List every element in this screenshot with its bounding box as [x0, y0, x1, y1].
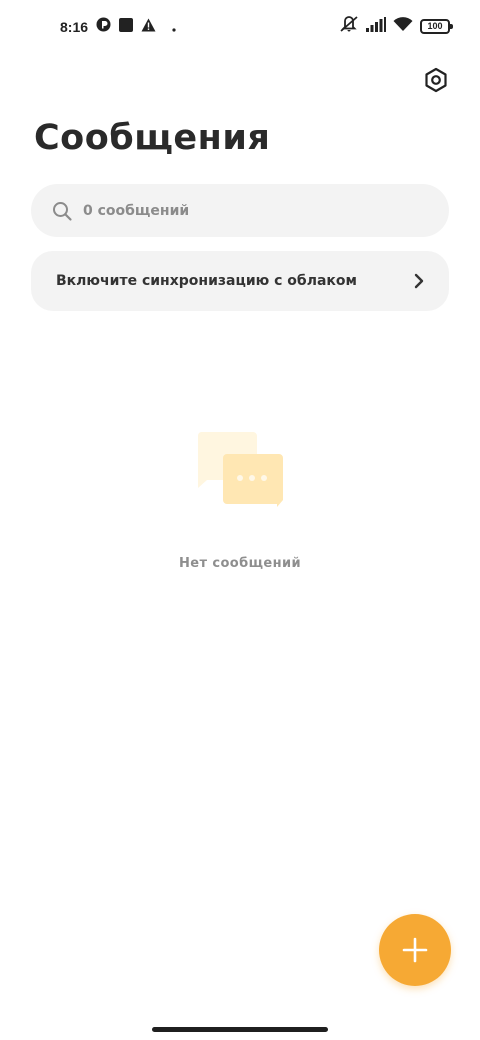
status-bar: 8:16 100 — [0, 0, 480, 56]
plus-icon — [402, 937, 428, 963]
app-icon — [96, 17, 111, 36]
mute-icon — [339, 15, 359, 37]
wifi-icon — [393, 16, 413, 36]
dot-icon — [172, 17, 176, 36]
chevron-right-icon — [414, 273, 424, 289]
settings-button[interactable] — [420, 64, 452, 96]
search-placeholder: 0 сообщений — [83, 202, 190, 219]
hexagon-settings-icon — [425, 67, 447, 93]
search-input[interactable]: 0 сообщений — [31, 184, 449, 237]
square-icon — [119, 17, 134, 36]
sync-cloud-banner[interactable]: Включите синхронизацию с облаком — [31, 251, 449, 311]
status-right: 100 — [339, 15, 453, 37]
signal-icon — [366, 16, 386, 36]
empty-state-message: Нет сообщений — [179, 556, 301, 571]
page-title: Сообщения — [34, 118, 271, 158]
status-left: 8:16 — [60, 17, 176, 36]
sync-cloud-label: Включите синхронизацию с облаком — [56, 273, 357, 289]
status-time: 8:16 — [60, 18, 89, 35]
messages-screen: 8:16 100 Сообщения 0 сообщений Включите … — [0, 0, 480, 1040]
battery-icon: 100 — [420, 18, 453, 34]
chat-bubbles-icon — [197, 432, 283, 507]
new-message-button[interactable] — [379, 914, 451, 986]
search-icon — [53, 201, 72, 221]
warning-icon — [141, 17, 156, 36]
gesture-bar[interactable] — [152, 1027, 328, 1032]
